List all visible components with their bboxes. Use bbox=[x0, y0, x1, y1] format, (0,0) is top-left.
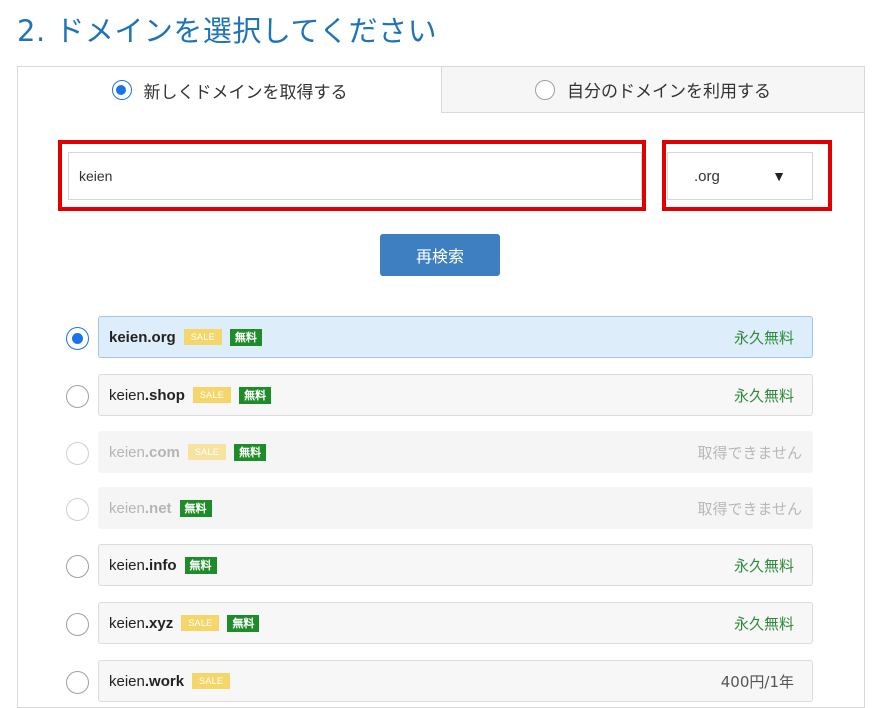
free-badge: 無料 bbox=[239, 386, 272, 404]
domain-base: keien bbox=[109, 328, 148, 346]
domain-base: keien bbox=[109, 672, 145, 690]
domain-name: keien.net bbox=[109, 500, 172, 517]
sale-badge: SALE bbox=[187, 444, 227, 460]
domain-card[interactable]: keien.org SALE 無料 永久無料 bbox=[98, 316, 813, 358]
domain-card[interactable]: keien.work SALE 400円/1年 bbox=[98, 660, 813, 702]
domain-row[interactable]: keien.xyz SALE 無料 永久無料 bbox=[0, 602, 881, 646]
radio-new-domain[interactable] bbox=[111, 80, 132, 100]
domain-card: keien.net 無料 取得できません bbox=[98, 487, 813, 529]
domain-row: keien.net 無料 取得できません bbox=[0, 487, 881, 531]
tab-new-domain[interactable]: 新しくドメインを取得する bbox=[18, 67, 441, 113]
domain-card: keien.com SALE 無料 取得できません bbox=[98, 431, 813, 473]
domain-card[interactable]: keien.xyz SALE 無料 永久無料 bbox=[98, 602, 813, 644]
domain-tld: .com bbox=[144, 443, 180, 461]
radio-own-domain[interactable] bbox=[535, 79, 555, 100]
domain-status: 取得できません bbox=[697, 443, 802, 462]
domain-status: 永久無料 bbox=[733, 614, 794, 633]
domain-row[interactable]: keien.shop SALE 無料 永久無料 bbox=[0, 374, 881, 418]
domain-card[interactable]: keien.info 無料 永久無料 bbox=[98, 544, 813, 586]
free-badge: 無料 bbox=[184, 556, 217, 574]
free-badge: 無料 bbox=[179, 499, 212, 517]
domain-row: keien.com SALE 無料 取得できません bbox=[0, 431, 881, 475]
page-title: 2. ドメインを選択してください bbox=[17, 14, 438, 48]
sale-badge: SALE bbox=[192, 673, 231, 689]
domain-status: 永久無料 bbox=[733, 556, 794, 575]
domain-tld: .shop bbox=[144, 386, 185, 404]
domain-base: keien bbox=[109, 443, 145, 461]
free-badge: 無料 bbox=[227, 614, 260, 632]
caret-down-icon: ▼ bbox=[772, 168, 786, 184]
domain-name: keien.xyz bbox=[109, 615, 173, 632]
domain-radio[interactable] bbox=[66, 385, 89, 408]
domain-tld: .info bbox=[144, 556, 177, 574]
domain-base: keien bbox=[109, 556, 145, 574]
domain-name: keien.com bbox=[109, 444, 180, 461]
sale-badge: SALE bbox=[183, 329, 222, 345]
tab-own-domain[interactable]: 自分のドメインを利用する bbox=[441, 67, 864, 113]
domain-card[interactable]: keien.shop SALE 無料 永久無料 bbox=[98, 374, 813, 416]
research-button[interactable]: 再検索 bbox=[380, 234, 500, 276]
domain-tld: .org bbox=[147, 328, 176, 346]
domain-base: keien bbox=[109, 614, 145, 632]
free-badge: 無料 bbox=[229, 328, 262, 346]
sale-badge: SALE bbox=[181, 615, 220, 631]
tld-select-value: .org bbox=[694, 167, 720, 185]
free-badge: 無料 bbox=[234, 443, 267, 461]
domain-status: 取得できません bbox=[697, 499, 802, 518]
domain-base: keien bbox=[109, 386, 145, 404]
domain-radio[interactable] bbox=[66, 555, 89, 578]
sale-badge: SALE bbox=[192, 387, 232, 403]
domain-tld: .work bbox=[144, 672, 185, 690]
tld-select[interactable]: .org ▼ bbox=[667, 152, 813, 200]
domain-name: keien.org bbox=[109, 329, 176, 346]
tab-new-domain-label: 新しくドメインを取得する bbox=[143, 82, 348, 103]
domain-row[interactable]: keien.info 無料 永久無料 bbox=[0, 544, 881, 588]
domain-row[interactable]: keien.org SALE 無料 永久無料 bbox=[0, 316, 881, 360]
domain-search-input[interactable] bbox=[68, 152, 642, 200]
domain-base: keien bbox=[109, 499, 145, 517]
domain-name: keien.info bbox=[109, 557, 177, 574]
domain-radio[interactable] bbox=[66, 671, 89, 694]
domain-tld: .net bbox=[144, 499, 172, 517]
domain-radio[interactable] bbox=[66, 613, 89, 636]
domain-name: keien.work bbox=[109, 673, 184, 690]
domain-status: 永久無料 bbox=[733, 386, 794, 405]
domain-radio[interactable] bbox=[66, 327, 89, 350]
domain-tld: .xyz bbox=[144, 614, 174, 632]
domain-status: 400円/1年 bbox=[720, 672, 794, 691]
domain-radio bbox=[66, 498, 89, 521]
domain-name: keien.shop bbox=[109, 387, 185, 404]
domain-radio bbox=[66, 442, 89, 465]
domain-status: 永久無料 bbox=[733, 328, 794, 347]
tab-own-domain-label: 自分のドメインを利用する bbox=[567, 82, 771, 102]
domain-row[interactable]: keien.work SALE 400円/1年 bbox=[0, 660, 881, 704]
